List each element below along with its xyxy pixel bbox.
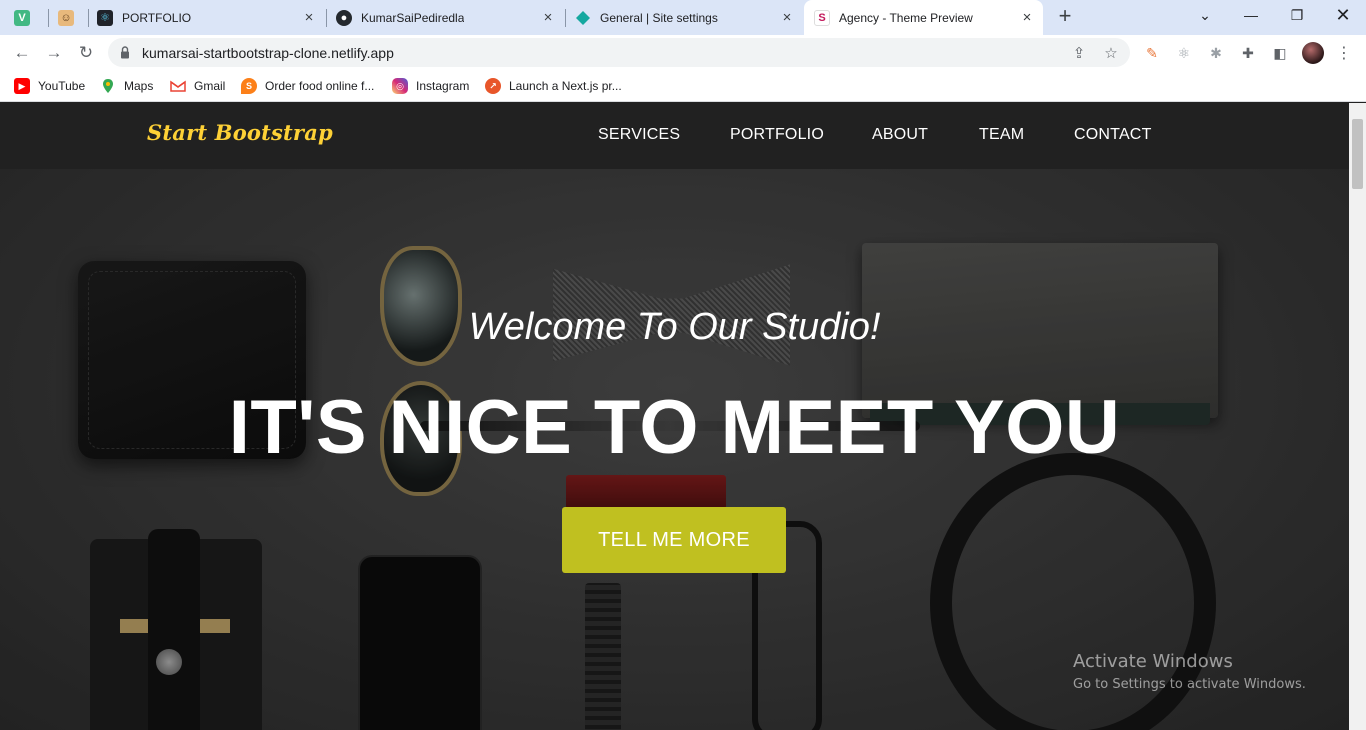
gmail-icon xyxy=(170,78,186,94)
avatar-emoji-icon: ☺ xyxy=(58,9,74,26)
bookmark-label: Maps xyxy=(124,79,154,93)
nav-link-team[interactable]: TEAM xyxy=(979,126,1024,144)
side-panel-icon[interactable]: ◧ xyxy=(1271,44,1289,62)
tab-avatar[interactable]: ☺ xyxy=(58,0,88,35)
reload-button[interactable]: ↻ xyxy=(74,41,98,65)
page-scrollbar[interactable] xyxy=(1349,103,1366,730)
site-brand-logo[interactable]: Start Bootstrap xyxy=(147,120,333,145)
github-icon: ● xyxy=(336,9,352,26)
browser-tab-strip: V ☺ ⚛ PORTFOLIO × ● KumarSaiPediredla × … xyxy=(0,0,1366,35)
netlify-icon xyxy=(575,10,591,26)
forward-button[interactable]: → xyxy=(42,41,66,65)
react-icon: ⚛ xyxy=(97,9,113,26)
tab-agency-active[interactable]: S Agency - Theme Preview × xyxy=(804,0,1043,35)
close-icon[interactable]: × xyxy=(301,10,317,26)
bookmark-label: YouTube xyxy=(38,79,86,93)
tab-title: KumarSaiPediredla xyxy=(361,10,465,25)
scrollbar-thumb[interactable] xyxy=(1352,119,1363,189)
hero-section: Welcome To Our Studio! IT'S NICE TO MEET… xyxy=(0,103,1349,730)
react-devtools-extension-icon[interactable]: ⚛ xyxy=(1175,44,1193,62)
hero-heading: IT'S NICE TO MEET YOU xyxy=(228,385,1121,470)
bookmark-label: Instagram xyxy=(416,79,470,93)
hero-lead-text: Welcome To Our Studio! xyxy=(468,306,881,348)
tab-search-chevron-icon[interactable]: ⌄ xyxy=(1182,0,1228,30)
bookmark-gmail[interactable]: Gmail xyxy=(170,76,225,96)
bookmark-swiggy[interactable]: S Order food online f... xyxy=(241,76,374,96)
close-window-button[interactable]: ✕ xyxy=(1320,0,1366,30)
tell-me-more-button[interactable]: TELL ME MORE xyxy=(562,507,786,573)
bookmark-label: Gmail xyxy=(194,79,226,93)
tab-title: PORTFOLIO xyxy=(122,10,192,25)
bookmark-label: Launch a Next.js pr... xyxy=(509,79,622,93)
tab-github[interactable]: ● KumarSaiPediredla × xyxy=(336,0,564,35)
back-button[interactable]: ← xyxy=(10,41,34,65)
activate-windows-subtitle: Go to Settings to activate Windows. xyxy=(1073,677,1306,692)
activate-windows-title: Activate Windows xyxy=(1073,651,1233,672)
nav-link-services[interactable]: SERVICES xyxy=(598,126,680,144)
tab-separator xyxy=(565,9,566,27)
close-icon[interactable]: × xyxy=(540,10,556,26)
close-icon[interactable]: × xyxy=(779,10,795,26)
url-text: kumarsai-startbootstrap-clone.netlify.ap… xyxy=(142,45,394,61)
tab-separator xyxy=(48,9,49,27)
tab-portfolio[interactable]: ⚛ PORTFOLIO × xyxy=(97,0,325,35)
browser-toolbar: ← → ↻ kumarsai-startbootstrap-clone.netl… xyxy=(0,35,1366,70)
bookmark-star-icon[interactable]: ☆ xyxy=(1102,44,1120,62)
swiggy-icon: S xyxy=(241,78,257,94)
tab-separator xyxy=(88,9,89,27)
bookmark-maps[interactable]: Maps xyxy=(100,76,153,96)
bookmarks-bar: ▶ YouTube Maps Gmail S Order food online… xyxy=(0,70,1366,102)
bookmark-nextjs[interactable]: ↗ Launch a Next.js pr... xyxy=(485,76,622,96)
extensions-puzzle-icon[interactable]: ✚ xyxy=(1239,44,1257,62)
bookmark-label: Order food online f... xyxy=(265,79,375,93)
startbootstrap-icon: S xyxy=(814,9,830,26)
restore-button[interactable]: ❐ xyxy=(1274,0,1320,30)
nav-link-portfolio[interactable]: PORTFOLIO xyxy=(730,126,824,144)
bookmark-instagram[interactable]: ◎ Instagram xyxy=(392,76,469,96)
menu-kebab-icon[interactable]: ⋮ xyxy=(1335,44,1353,62)
share-icon[interactable]: ⇪ xyxy=(1070,44,1088,62)
address-bar[interactable]: kumarsai-startbootstrap-clone.netlify.ap… xyxy=(108,38,1130,67)
bookmark-youtube[interactable]: ▶ YouTube xyxy=(14,76,85,96)
tab-title: Agency - Theme Preview xyxy=(839,10,973,25)
site-navbar: Start Bootstrap SERVICES PORTFOLIO ABOUT… xyxy=(0,103,1349,169)
tab-netlify[interactable]: General | Site settings × xyxy=(575,0,803,35)
nextjs-icon: ↗ xyxy=(485,78,501,94)
maps-icon xyxy=(100,78,116,94)
page-viewport: Welcome To Our Studio! IT'S NICE TO MEET… xyxy=(0,103,1349,730)
close-icon[interactable]: × xyxy=(1019,10,1035,26)
color-picker-extension-icon[interactable]: ✎ xyxy=(1143,44,1161,62)
nav-link-about[interactable]: ABOUT xyxy=(872,126,928,144)
vue-icon: V xyxy=(14,9,30,26)
instagram-icon: ◎ xyxy=(392,78,408,94)
minimize-button[interactable]: — xyxy=(1228,0,1274,30)
nav-link-contact[interactable]: CONTACT xyxy=(1074,126,1152,144)
lock-icon xyxy=(121,46,129,59)
tab-vue[interactable]: V xyxy=(14,0,46,35)
tab-separator xyxy=(326,9,327,27)
new-tab-button[interactable]: + xyxy=(1054,5,1076,28)
tab-title: General | Site settings xyxy=(600,10,718,25)
extension-icon[interactable]: ✱ xyxy=(1207,44,1225,62)
profile-avatar[interactable] xyxy=(1302,42,1324,64)
youtube-icon: ▶ xyxy=(14,78,30,94)
